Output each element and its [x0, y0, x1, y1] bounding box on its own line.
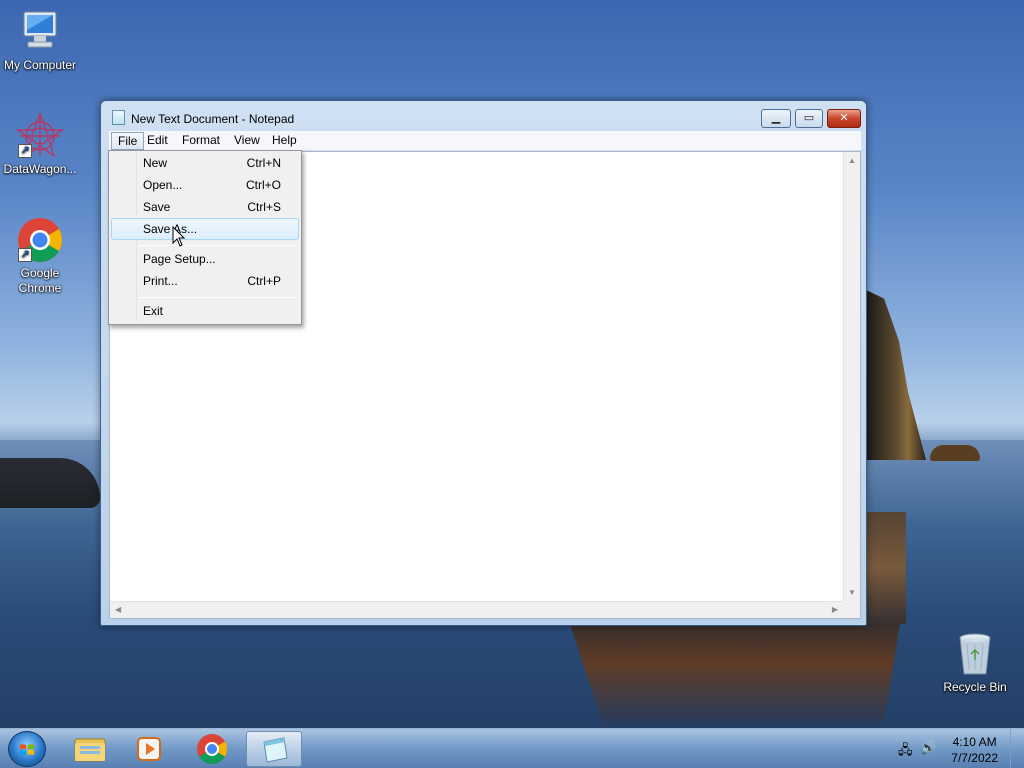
menu-item-label: Page Setup... [143, 252, 216, 266]
shortcut-arrow-icon: ↗ [18, 248, 32, 262]
scroll-up-icon[interactable]: ▲ [848, 156, 856, 165]
menu-item-shortcut: Ctrl+O [245, 178, 281, 192]
file-menu-dropdown: New Ctrl+N Open... Ctrl+O Save Ctrl+S Sa… [108, 150, 302, 325]
clock[interactable]: 4:10 AM 7/7/2022 [951, 734, 998, 766]
mouse-cursor-icon [172, 226, 186, 247]
menu-item-page-setup[interactable]: Page Setup... [111, 248, 299, 270]
menu-bar: File Edit Format View Help [109, 131, 861, 151]
notepad-icon [112, 110, 125, 125]
desktop-icon-label: My Computer [3, 58, 77, 72]
taskbar-explorer[interactable] [62, 731, 118, 767]
close-icon: ✕ [839, 112, 849, 124]
desktop-icon-label: DataWagon... [3, 162, 77, 176]
scroll-right-icon[interactable]: ▶ [832, 605, 838, 614]
menu-item-save-as[interactable]: Save As... [111, 218, 299, 240]
minimize-button[interactable]: ▁ [761, 109, 791, 128]
menu-item-print[interactable]: Print... Ctrl+P [111, 270, 299, 292]
desktop-icon-label: Google Chrome [18, 266, 62, 295]
menu-item-label: New [143, 156, 168, 170]
vertical-scrollbar[interactable]: ▲ ▼ [843, 152, 860, 601]
resize-grip-icon[interactable] [843, 601, 860, 618]
menu-help[interactable]: Help [266, 132, 303, 150]
show-desktop-button[interactable] [1010, 729, 1024, 768]
menu-item-shortcut: Ctrl+N [246, 156, 281, 170]
wallpaper-reflection-cliff [866, 512, 906, 624]
recycle-bin-icon [951, 630, 999, 678]
windows-logo-icon [20, 744, 34, 755]
wallpaper-cliff [866, 290, 926, 460]
shortcut-arrow-icon: ↗ [18, 144, 32, 158]
menu-item-exit[interactable]: Exit [111, 300, 299, 322]
close-button[interactable]: ✕ [827, 109, 861, 128]
maximize-button[interactable]: ▭ [795, 109, 823, 128]
menu-item-label: Exit [143, 304, 164, 318]
title-bar[interactable]: New Text Document - Notepad ▁ ▭ ✕ [101, 101, 866, 131]
clock-date: 7/7/2022 [951, 751, 998, 765]
taskbar-chrome[interactable] [184, 731, 240, 767]
menu-separator [139, 297, 297, 298]
desktop-icon-google-chrome[interactable]: ↗ Google Chrome [0, 216, 80, 296]
taskbar-notepad[interactable] [246, 731, 302, 767]
start-button[interactable] [8, 731, 46, 767]
scroll-left-icon[interactable]: ◀ [115, 605, 121, 614]
media-player-icon [137, 737, 161, 761]
minimize-icon: ▁ [771, 112, 781, 124]
taskbar: 🖧 🔊 4:10 AM 7/7/2022 [0, 728, 1024, 768]
menu-separator [139, 245, 297, 246]
menu-item-open[interactable]: Open... Ctrl+O [111, 174, 299, 196]
menu-edit[interactable]: Edit [141, 132, 174, 150]
taskbar-media-player[interactable] [122, 731, 178, 767]
horizontal-scrollbar[interactable]: ◀ ▶ [110, 601, 843, 618]
menu-item-shortcut: Ctrl+S [247, 200, 281, 214]
window-title: New Text Document - Notepad [131, 112, 295, 126]
system-tray: 🖧 🔊 4:10 AM 7/7/2022 [884, 729, 1024, 768]
menu-view[interactable]: View [228, 132, 266, 150]
desktop-icon-my-computer[interactable]: My Computer [0, 8, 80, 73]
scroll-down-icon[interactable]: ▼ [848, 588, 856, 597]
chrome-icon [197, 734, 228, 765]
menu-item-label: Save As... [143, 222, 198, 236]
notepad-icon [263, 737, 288, 763]
desktop-icon-datawagon[interactable]: ↗ DataWagon... [0, 112, 80, 177]
menu-item-label: Print... [143, 274, 178, 288]
menu-item-save[interactable]: Save Ctrl+S [111, 196, 299, 218]
volume-icon[interactable]: 🔊 [920, 740, 936, 756]
desktop-icon-label: Recycle Bin [943, 680, 1007, 694]
wallpaper-rock [930, 445, 980, 461]
desktop-icon-recycle-bin[interactable]: Recycle Bin [935, 630, 1015, 695]
network-icon[interactable]: 🖧 [898, 741, 913, 763]
menu-file[interactable]: File [111, 132, 145, 150]
clock-time: 4:10 AM [952, 735, 997, 749]
menu-item-shortcut: Ctrl+P [247, 274, 281, 288]
folder-icon [74, 738, 106, 762]
computer-icon [16, 8, 64, 56]
menu-item-label: Open... [143, 178, 183, 192]
wallpaper-reflection [570, 624, 900, 724]
menu-item-label: Save [143, 200, 171, 214]
maximize-icon: ▭ [803, 112, 815, 124]
datawagon-icon: ↗ [16, 112, 64, 160]
chrome-icon: ↗ [16, 216, 64, 264]
menu-item-new[interactable]: New Ctrl+N [111, 152, 299, 174]
menu-format[interactable]: Format [176, 132, 226, 150]
